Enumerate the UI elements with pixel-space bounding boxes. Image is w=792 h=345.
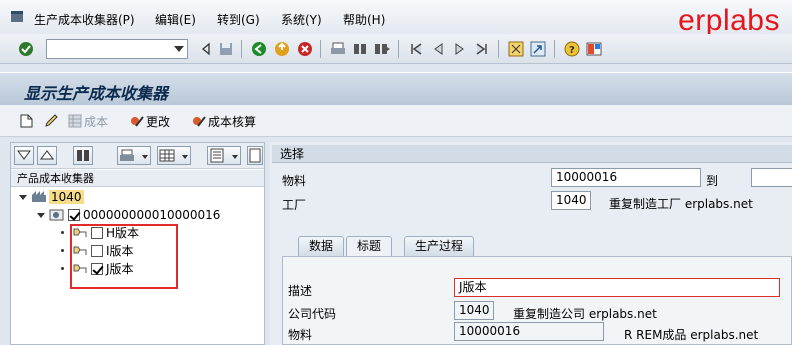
menu-bar: 生产成本收集器(P) 编辑(E) 转到(G) 系统(Y) 帮助(H) erpla… [0, 0, 792, 37]
application-toolbar: 成本 更改 成本核算 [0, 105, 792, 137]
highlight-box [70, 224, 178, 289]
menu-goto[interactable]: 转到(G) [217, 11, 260, 28]
print-icon [120, 149, 148, 161]
print-icon[interactable] [330, 41, 346, 57]
tree-export-button[interactable] [207, 146, 241, 165]
cost-button[interactable]: 成本 [68, 113, 108, 129]
change-button[interactable]: 更改 [130, 113, 170, 129]
document-icon [249, 148, 261, 163]
selection-material-field[interactable]: 10000016 [551, 168, 701, 187]
command-field[interactable] [46, 39, 188, 59]
tree-node-plant[interactable]: 1040 [19, 189, 84, 206]
tree-more-button[interactable] [247, 146, 263, 165]
expand-all-button[interactable] [14, 146, 34, 165]
back-icon[interactable] [251, 41, 267, 57]
tab-header[interactable]: 标题 [346, 236, 393, 256]
menu-help[interactable]: 帮助(H) [343, 11, 385, 28]
detail-material-label: 物料 [288, 328, 313, 342]
tree-layout-button[interactable] [157, 146, 191, 165]
menu-system[interactable]: 系统(Y) [281, 11, 322, 28]
selection-plant-description: 重复制造工厂 erplabs.net [609, 197, 753, 211]
expand-all-icon [17, 150, 31, 160]
selection-material-label: 物料 [282, 174, 307, 188]
change-button-label: 更改 [146, 115, 171, 129]
company-code-field[interactable]: 1040 [454, 301, 494, 320]
material-checkbox[interactable] [68, 209, 80, 221]
toolbar-separator [554, 40, 555, 58]
save-icon[interactable] [218, 41, 234, 57]
enter-check-icon[interactable] [18, 41, 34, 57]
previous-page-icon[interactable] [430, 41, 446, 57]
tree-bullet-icon [61, 267, 64, 270]
standard-toolbar: ? [0, 34, 792, 64]
tree-node-material-label: 000000000010000016 [83, 208, 221, 222]
expanded-arrow-icon[interactable] [19, 195, 27, 200]
cost-accounting-icon [193, 116, 206, 127]
description-label: 描述 [288, 284, 313, 298]
detail-material-field[interactable]: 10000016 [454, 322, 604, 341]
toolbar-separator [241, 40, 242, 58]
tree-bullet-icon [61, 231, 64, 234]
shortcut-icon[interactable] [530, 41, 546, 57]
detail-material-description: R REM成品 erplabs.net [624, 328, 759, 342]
cancel-icon[interactable] [297, 41, 313, 57]
grid-icon [159, 149, 188, 162]
cost-button-label: 成本 [84, 115, 109, 129]
toolbar-separator [398, 40, 399, 58]
tab-data[interactable]: 数据 [298, 236, 345, 256]
expand-left-icon[interactable] [198, 41, 214, 57]
collector-icon [49, 209, 64, 221]
export-icon [210, 148, 238, 163]
plant-icon [32, 191, 46, 202]
edit-pencil-icon[interactable] [44, 114, 60, 128]
expanded-arrow-icon[interactable] [37, 213, 45, 218]
collapse-all-button[interactable] [37, 146, 57, 165]
selection-plant-label: 工厂 [282, 198, 307, 212]
selection-to-label: 到 [706, 174, 719, 188]
create-session-icon[interactable] [508, 41, 524, 57]
description-field[interactable]: J版本 [454, 278, 780, 297]
selection-plant-field[interactable]: 1040 [551, 191, 591, 210]
cost-accounting-button-label: 成本核算 [208, 115, 257, 129]
menu-cost-collector[interactable]: 生产成本收集器(P) [34, 11, 135, 28]
tab-production-process[interactable]: 生产过程 [404, 236, 475, 256]
selection-material-to-field[interactable] [751, 168, 792, 187]
chevron-down-icon[interactable] [174, 46, 184, 52]
change-icon [131, 116, 144, 127]
cost-accounting-button[interactable]: 成本核算 [192, 113, 256, 129]
next-page-icon[interactable] [452, 41, 468, 57]
find-next-icon[interactable] [374, 41, 390, 57]
tree-column-header: 产品成本收集器 [11, 170, 264, 187]
tree-print-button[interactable] [117, 146, 151, 165]
customize-layout-icon[interactable] [586, 41, 602, 57]
selection-header: 选择 [272, 145, 792, 163]
company-code-label: 公司代码 [288, 307, 337, 321]
collapse-all-icon [40, 150, 54, 160]
first-page-icon[interactable] [408, 41, 424, 57]
last-page-icon[interactable] [474, 41, 490, 57]
tree-node-plant-label: 1040 [49, 190, 84, 204]
menu-edit[interactable]: 编辑(E) [155, 11, 196, 28]
title-bar: 显示生产成本收集器 [0, 72, 792, 105]
tree-toolbar [11, 143, 264, 169]
exit-icon[interactable] [274, 41, 290, 57]
tree-node-material[interactable]: 000000000010000016 [37, 207, 220, 224]
toolbar-separator [498, 40, 499, 58]
svg-text:?: ? [569, 45, 575, 56]
brand-watermark: erplabs [678, 4, 780, 37]
binoculars-icon [77, 150, 89, 161]
table-icon [68, 114, 82, 128]
page-title: 显示生产成本收集器 [24, 84, 169, 103]
tree-find-button[interactable] [73, 146, 93, 165]
new-document-icon[interactable] [20, 114, 33, 128]
toolbar-separator [320, 40, 321, 58]
help-icon[interactable]: ? [564, 41, 580, 57]
system-menu-icon[interactable] [10, 10, 24, 24]
find-icon[interactable] [352, 41, 368, 57]
tree-bullet-icon [61, 249, 64, 252]
company-code-description: 重复制造公司 erplabs.net [513, 307, 657, 321]
